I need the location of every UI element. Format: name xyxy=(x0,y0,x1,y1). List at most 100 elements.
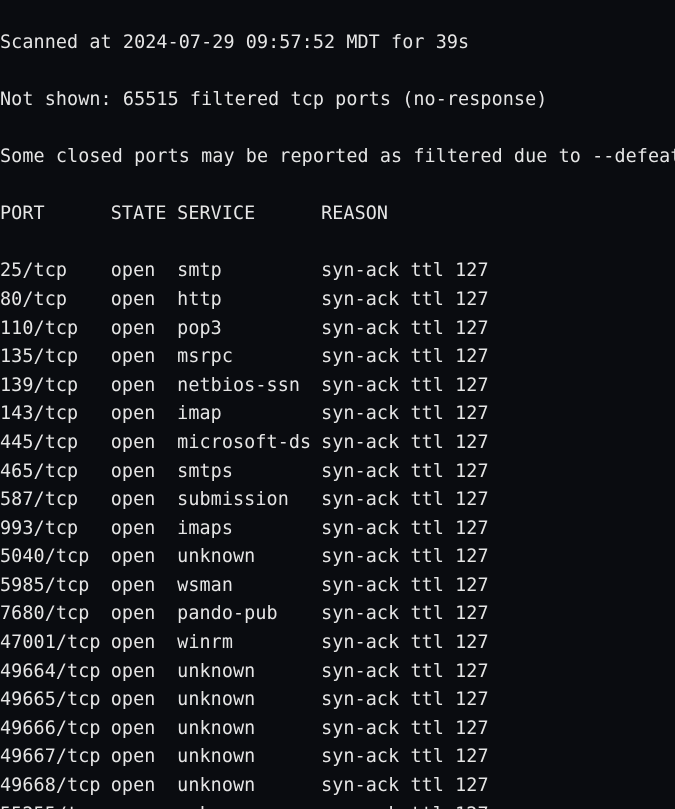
reason-cell: syn-ack ttl 127 xyxy=(321,286,489,315)
port-row: 49668/tcpopenunknownsyn-ack ttl 127 xyxy=(0,772,675,801)
port-row: 110/tcpopenpop3syn-ack ttl 127 xyxy=(0,315,675,344)
service-cell: unknown xyxy=(177,686,321,715)
port-cell: 587/tcp xyxy=(0,486,111,515)
port-row: 587/tcpopensubmissionsyn-ack ttl 127 xyxy=(0,486,675,515)
port-row: 993/tcpopenimapssyn-ack ttl 127 xyxy=(0,515,675,544)
service-cell: wsman xyxy=(177,572,321,601)
header-service: SERVICE xyxy=(177,200,321,229)
header-port: PORT xyxy=(0,200,111,229)
port-cell: 135/tcp xyxy=(0,343,111,372)
service-cell: pop3 xyxy=(177,315,321,344)
reason-cell: syn-ack ttl 127 xyxy=(321,658,489,687)
reason-cell: syn-ack ttl 127 xyxy=(321,715,489,744)
state-cell: open xyxy=(111,458,177,487)
reason-cell: syn-ack ttl 127 xyxy=(321,572,489,601)
port-cell: 5985/tcp xyxy=(0,572,111,601)
state-cell: open xyxy=(111,743,177,772)
service-cell: netbios-ssn xyxy=(177,372,321,401)
state-cell: open xyxy=(111,486,177,515)
state-cell: open xyxy=(111,801,177,809)
state-cell: open xyxy=(111,429,177,458)
reason-cell: syn-ack ttl 127 xyxy=(321,458,489,487)
scan-info-line: Some closed ports may be reported as fil… xyxy=(0,143,675,172)
port-row: 55255/tcpopenunknownsyn-ack ttl 127 xyxy=(0,801,675,809)
port-row: 7680/tcpopenpando-pubsyn-ack ttl 127 xyxy=(0,600,675,629)
service-cell: unknown xyxy=(177,743,321,772)
reason-cell: syn-ack ttl 127 xyxy=(321,372,489,401)
service-cell: unknown xyxy=(177,543,321,572)
reason-cell: syn-ack ttl 127 xyxy=(321,600,489,629)
service-cell: unknown xyxy=(177,801,321,809)
state-cell: open xyxy=(111,572,177,601)
service-cell: pando-pub xyxy=(177,600,321,629)
scan-info-line: Scanned at 2024-07-29 09:57:52 MDT for 3… xyxy=(0,29,675,58)
port-row: 143/tcpopenimapsyn-ack ttl 127 xyxy=(0,400,675,429)
state-cell: open xyxy=(111,629,177,658)
port-cell: 49666/tcp xyxy=(0,715,111,744)
port-table-header: PORTSTATESERVICEREASON xyxy=(0,200,675,229)
service-cell: unknown xyxy=(177,658,321,687)
port-cell: 47001/tcp xyxy=(0,629,111,658)
port-row: 445/tcpopenmicrosoft-dssyn-ack ttl 127 xyxy=(0,429,675,458)
state-cell: open xyxy=(111,286,177,315)
port-cell: 49665/tcp xyxy=(0,686,111,715)
state-cell: open xyxy=(111,372,177,401)
state-cell: open xyxy=(111,515,177,544)
reason-cell: syn-ack ttl 127 xyxy=(321,486,489,515)
terminal-output: Scanned at 2024-07-29 09:57:52 MDT for 3… xyxy=(0,0,675,809)
reason-cell: syn-ack ttl 127 xyxy=(321,686,489,715)
port-cell: 139/tcp xyxy=(0,372,111,401)
state-cell: open xyxy=(111,543,177,572)
port-cell: 993/tcp xyxy=(0,515,111,544)
service-cell: microsoft-ds xyxy=(177,429,321,458)
state-cell: open xyxy=(111,257,177,286)
reason-cell: syn-ack ttl 127 xyxy=(321,801,489,809)
service-cell: submission xyxy=(177,486,321,515)
port-row: 5040/tcpopenunknownsyn-ack ttl 127 xyxy=(0,543,675,572)
reason-cell: syn-ack ttl 127 xyxy=(321,543,489,572)
port-cell: 55255/tcp xyxy=(0,801,111,809)
port-cell: 49664/tcp xyxy=(0,658,111,687)
port-row: 25/tcpopensmtpsyn-ack ttl 127 xyxy=(0,257,675,286)
port-row: 49665/tcpopenunknownsyn-ack ttl 127 xyxy=(0,686,675,715)
service-cell: winrm xyxy=(177,629,321,658)
state-cell: open xyxy=(111,600,177,629)
port-cell: 445/tcp xyxy=(0,429,111,458)
reason-cell: syn-ack ttl 127 xyxy=(321,257,489,286)
port-row: 49666/tcpopenunknownsyn-ack ttl 127 xyxy=(0,715,675,744)
header-reason: REASON xyxy=(321,200,388,229)
port-cell: 110/tcp xyxy=(0,315,111,344)
state-cell: open xyxy=(111,343,177,372)
service-cell: unknown xyxy=(177,772,321,801)
scan-info-line: Not shown: 65515 filtered tcp ports (no-… xyxy=(0,86,675,115)
service-cell: smtp xyxy=(177,257,321,286)
reason-cell: syn-ack ttl 127 xyxy=(321,629,489,658)
service-cell: unknown xyxy=(177,715,321,744)
port-cell: 7680/tcp xyxy=(0,600,111,629)
port-row: 465/tcpopensmtpssyn-ack ttl 127 xyxy=(0,458,675,487)
port-cell: 49667/tcp xyxy=(0,743,111,772)
port-row: 139/tcpopennetbios-ssnsyn-ack ttl 127 xyxy=(0,372,675,401)
reason-cell: syn-ack ttl 127 xyxy=(321,772,489,801)
service-cell: msrpc xyxy=(177,343,321,372)
port-row: 5985/tcpopenwsmansyn-ack ttl 127 xyxy=(0,572,675,601)
port-row: 49664/tcpopenunknownsyn-ack ttl 127 xyxy=(0,658,675,687)
service-cell: smtps xyxy=(177,458,321,487)
port-cell: 49668/tcp xyxy=(0,772,111,801)
port-row: 135/tcpopenmsrpcsyn-ack ttl 127 xyxy=(0,343,675,372)
reason-cell: syn-ack ttl 127 xyxy=(321,743,489,772)
state-cell: open xyxy=(111,658,177,687)
state-cell: open xyxy=(111,772,177,801)
port-cell: 80/tcp xyxy=(0,286,111,315)
state-cell: open xyxy=(111,315,177,344)
state-cell: open xyxy=(111,715,177,744)
header-state: STATE xyxy=(111,200,177,229)
port-cell: 465/tcp xyxy=(0,458,111,487)
state-cell: open xyxy=(111,400,177,429)
port-cell: 25/tcp xyxy=(0,257,111,286)
service-cell: imaps xyxy=(177,515,321,544)
port-row: 49667/tcpopenunknownsyn-ack ttl 127 xyxy=(0,743,675,772)
service-cell: http xyxy=(177,286,321,315)
reason-cell: syn-ack ttl 127 xyxy=(321,429,489,458)
reason-cell: syn-ack ttl 127 xyxy=(321,400,489,429)
